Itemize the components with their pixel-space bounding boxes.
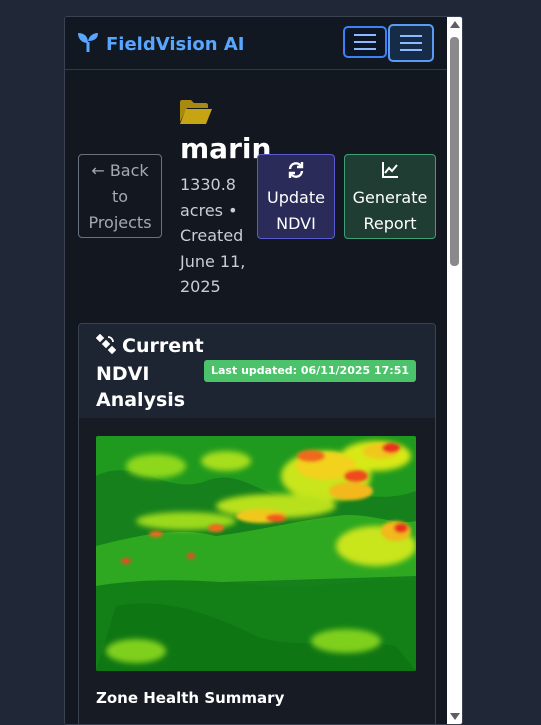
ndvi-map-image[interactable] [96, 436, 416, 671]
report-label-line: Report [363, 214, 417, 233]
report-label-line: Generate [352, 188, 428, 207]
hamburger-icon [400, 35, 422, 51]
card-title: Current NDVI Analysis [95, 333, 216, 413]
meta-line: June 11, [180, 251, 246, 271]
back-label-line: Projects [88, 213, 152, 232]
last-updated-badge: Last updated: 06/11/2025 17:51 [204, 360, 416, 382]
brand-name: FieldVision AI [106, 33, 245, 55]
folder-open-icon [179, 99, 213, 129]
card-title-line: Current [122, 335, 204, 357]
back-label-line: ← Back [91, 161, 149, 180]
page-content: FieldVision AI ← Back to Projects marin … [65, 17, 447, 724]
back-label-line: to [111, 187, 129, 206]
meta-line: Created [180, 226, 244, 245]
seedling-icon [77, 31, 99, 57]
update-ndvi-button[interactable]: Update NDVI [257, 154, 335, 239]
card-title-line: NDVI [96, 363, 150, 385]
card-title-line: Analysis [96, 389, 186, 411]
chart-line-icon [345, 161, 435, 183]
scroll-down-arrow-icon[interactable] [450, 713, 460, 720]
satellite-icon [95, 333, 117, 361]
scroll-up-arrow-icon[interactable] [450, 21, 460, 28]
ndvi-analysis-card: Current NDVI Analysis Last updated: 06/1… [78, 323, 436, 724]
scrollbar-thumb[interactable] [450, 37, 459, 266]
generate-report-button[interactable]: Generate Report [344, 154, 436, 239]
meta-line: 1330.8 [180, 175, 236, 194]
brand[interactable]: FieldVision AI [77, 31, 244, 57]
sync-icon [258, 161, 334, 183]
vertical-scrollbar[interactable] [447, 17, 462, 724]
project-meta: 1330.8 acres • Created June 11, 2025 [180, 172, 258, 300]
browser-viewport: FieldVision AI ← Back to Projects marin … [64, 16, 463, 725]
card-header: Current NDVI Analysis Last updated: 06/1… [79, 324, 435, 418]
meta-line: 2025 [180, 277, 221, 296]
meta-line: acres • [180, 200, 238, 220]
zone-health-summary-title: Zone Health Summary [96, 689, 285, 707]
update-label-line: NDVI [276, 214, 316, 233]
back-to-projects-button[interactable]: ← Back to Projects [78, 154, 162, 238]
menu-toggle-button-active[interactable] [388, 24, 434, 62]
update-label-line: Update [267, 188, 325, 207]
menu-toggle-button[interactable] [343, 26, 387, 58]
navbar: FieldVision AI [65, 17, 447, 70]
hamburger-icon [354, 34, 376, 50]
